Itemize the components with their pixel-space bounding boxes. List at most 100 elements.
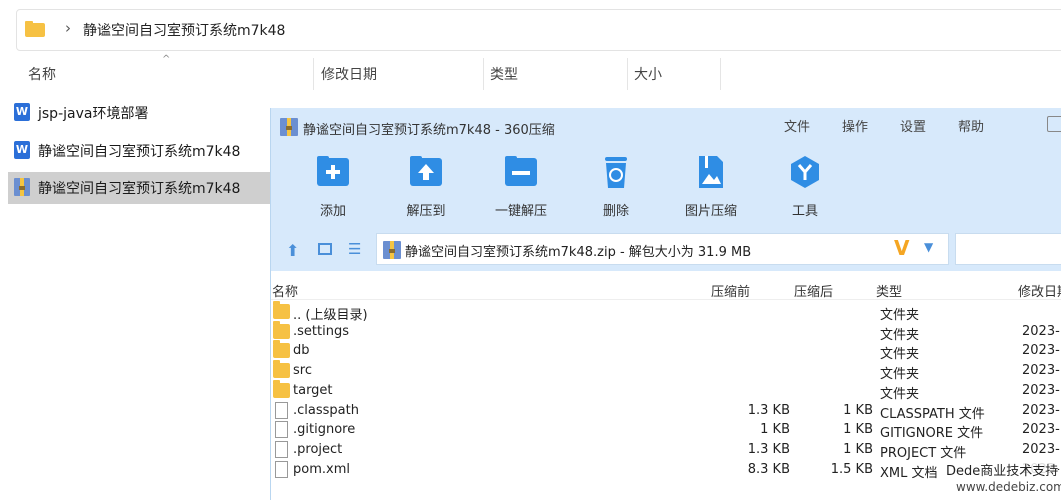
word-doc-icon: W [14,141,30,159]
one-click-extract-button[interactable]: 一键解压 [476,152,566,222]
one-click-extract-label: 一键解压 [494,204,547,219]
up-arrow-icon[interactable]: ⬆ [286,241,299,260]
delete-icon [605,157,627,188]
header-type[interactable]: 类型 [876,281,902,300]
column-header: ^ 名称 修改日期 类型 大小 [0,54,1061,92]
file-row[interactable]: pom.xml8.3 KB1.5 KBXML 文档2023-1 [271,460,1061,481]
folder-icon [273,379,290,398]
window-title: 静谧空间自习室预订系统m7k48 - 360压缩 [303,123,555,138]
search-input[interactable] [955,233,1061,265]
zip-archive-icon [383,241,401,259]
image-compress-button[interactable]: 图片压缩 [666,152,756,222]
list-item[interactable]: W jsp-java环境部署 [8,97,270,129]
vip-icon[interactable]: V [894,236,909,260]
size-before: 1.3 KB [747,441,790,457]
chevron-right-icon: › [65,19,71,37]
modified-date: 2023-1 [1022,382,1061,398]
file-type: 文件夹 [880,367,920,383]
file-row[interactable]: .settings 文件夹 2023-1 [271,320,1061,343]
column-type[interactable]: 类型 [490,64,518,84]
size-after: 1 KB [843,402,873,418]
file-name: pom.xml [293,461,350,477]
item-label: jsp-java环境部署 [38,106,149,122]
file-row[interactable]: db 文件夹 2023-1 [271,340,1061,363]
file-name: target [293,382,333,398]
add-button[interactable]: 添加 [288,152,378,222]
list-item-selected[interactable]: 静谧空间自习室预订系统m7k48 [8,172,270,204]
extract-to-icon [410,156,442,186]
size-after: 1 KB [843,441,873,457]
watermark-url: www.dedebiz.com [956,480,1061,494]
file-name: .settings [293,323,349,339]
file-name: .classpath [293,402,359,418]
zip-archive-icon [14,178,30,196]
modified-date: 2023-1 [1022,441,1061,457]
dropdown-icon[interactable]: ▼ [924,240,933,254]
file-row[interactable]: target 文件夹 2023-1 [271,379,1061,402]
file-name: src [293,363,312,379]
image-compress-icon [699,156,723,188]
modified-date: 2023-1 [1022,363,1061,379]
file-type: 文件夹 [880,386,920,402]
file-type: GITIGNORE 文件 [880,426,984,442]
item-label: 静谧空间自习室预订系统m7k48 [38,181,241,197]
list-item[interactable]: W 静谧空间自习室预订系统m7k48 [8,135,270,167]
file-row[interactable]: .project 1.3 KB 1 KB PROJECT 文件 2023-1 [271,440,1061,461]
word-doc-icon: W [14,103,30,121]
add-icon [317,156,349,186]
size-after: 1.5 KB [830,461,873,477]
modified-date: 2023-1 [1022,323,1061,339]
file-name: .project [293,441,343,457]
size-before: 1 KB [760,422,790,438]
column-name[interactable]: 名称 [28,64,56,84]
size-before: 8.3 KB [747,461,790,477]
folder-icon [273,301,290,319]
file-row[interactable]: .. (上级目录) 文件夹 [271,301,1061,323]
tools-icon [791,156,819,188]
folder-icon [273,360,290,379]
column-modified[interactable]: 修改日期 [321,64,377,84]
file-row[interactable]: src 文件夹 2023-1 [271,360,1061,383]
modified-date: 2023-1 [1022,343,1061,359]
folder-icon [273,340,290,359]
file-name: .. (上级目录) [293,308,368,323]
address-bar[interactable]: › 静谧空间自习室预订系统m7k48 [16,9,1061,51]
size-before: 1.3 KB [747,402,790,418]
delete-button[interactable]: 删除 [571,152,661,222]
header-before[interactable]: 压缩前 [711,281,750,300]
file-row[interactable]: .classpath 1.3 KB 1 KB CLASSPATH 文件 2023-1 [271,401,1061,422]
menu-file[interactable]: 文件 [784,116,810,135]
list-view-icon[interactable]: ☰ [348,240,361,258]
extract-to-button[interactable]: 解压到 [381,152,471,222]
archive-path-bar[interactable]: 静谧空间自习室预订系统m7k48.zip - 解包大小为 31.9 MB V ▼ [376,233,949,265]
watermark-text: Dede商业技术支持 [946,460,1059,479]
file-icon [275,401,288,419]
add-label: 添加 [319,204,346,219]
header-modified[interactable]: 修改日期 [1018,281,1061,300]
file-row[interactable]: .gitignore 1 KB 1 KB GITIGNORE 文件 2023-1 [271,420,1061,442]
file-icon [275,460,288,478]
menu-settings[interactable]: 设置 [900,116,926,135]
size-after: 1 KB [843,422,873,438]
file-icon [275,440,288,458]
file-list-header: 名称 压缩前 压缩后 类型 修改日期 [271,278,1061,300]
zip-archive-icon [280,118,298,136]
file-type: XML 文档 [880,465,938,481]
file-type: 文件夹 [880,347,920,363]
menu-help[interactable]: 帮助 [958,116,984,135]
menu-operate[interactable]: 操作 [842,116,868,135]
one-click-extract-icon [505,156,537,186]
header-name[interactable]: 名称 [272,281,298,300]
file-name: .gitignore [293,422,356,438]
archive-path: 静谧空间自习室预订系统m7k48.zip - 解包大小为 31.9 MB [405,245,752,260]
header-after[interactable]: 压缩后 [794,281,833,300]
skin-icon[interactable] [1047,116,1061,132]
breadcrumb[interactable]: 静谧空间自习室预订系统m7k48 [83,20,285,40]
view-mode-icon[interactable] [318,243,332,255]
image-compress-label: 图片压缩 [684,204,737,219]
file-type: CLASSPATH 文件 [880,406,985,422]
tools-label: 工具 [791,204,818,219]
tools-button[interactable]: 工具 [760,152,850,222]
sort-up-icon: ^ [162,54,171,65]
column-size[interactable]: 大小 [634,64,662,84]
